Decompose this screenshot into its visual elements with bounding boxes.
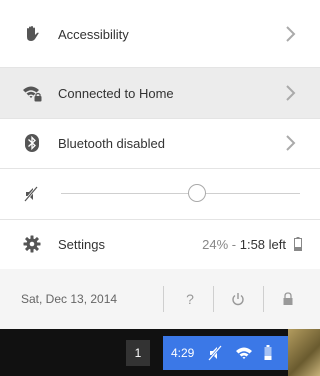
volume-slider[interactable] xyxy=(61,193,300,194)
network-row[interactable]: Connected to Home xyxy=(0,68,320,118)
chevron-right-icon xyxy=(286,85,296,101)
help-button[interactable]: ? xyxy=(180,288,200,310)
battery-icon xyxy=(264,345,272,360)
notification-count-button[interactable]: 1 xyxy=(126,340,150,366)
settings-row[interactable]: Settings 24% - 1:58 left xyxy=(0,219,320,269)
wifi-locked-icon xyxy=(22,83,42,103)
divider xyxy=(213,286,214,312)
accessibility-row[interactable]: Accessibility xyxy=(0,0,320,68)
volume-slider-thumb[interactable] xyxy=(188,184,207,202)
chevron-right-icon xyxy=(286,135,296,151)
accessibility-hand-icon xyxy=(22,24,42,44)
gear-icon xyxy=(22,234,42,254)
volume-muted-icon xyxy=(208,345,222,361)
system-tray-menu: Accessibility Connected to Home Bluetoot… xyxy=(0,0,320,329)
battery-icon xyxy=(294,237,302,251)
tray-footer: Sat, Dec 13, 2014 ? xyxy=(0,269,320,329)
volume-row xyxy=(0,168,320,219)
divider xyxy=(263,286,264,312)
battery-status: 24% - 1:58 left xyxy=(202,237,286,252)
accessibility-label: Accessibility xyxy=(58,26,129,42)
battery-percent: 24% - xyxy=(202,236,237,252)
divider xyxy=(163,286,164,312)
date-label[interactable]: Sat, Dec 13, 2014 xyxy=(21,292,117,306)
bluetooth-row[interactable]: Bluetooth disabled xyxy=(0,118,320,168)
chevron-right-icon xyxy=(286,26,296,42)
lock-button[interactable] xyxy=(278,288,298,310)
network-label: Connected to Home xyxy=(58,85,174,101)
bluetooth-icon xyxy=(22,133,42,153)
power-button[interactable] xyxy=(228,288,248,310)
wallpaper-preview xyxy=(288,329,320,376)
lock-icon xyxy=(283,292,293,305)
clock: 4:29 xyxy=(171,346,195,360)
bluetooth-label: Bluetooth disabled xyxy=(58,135,165,151)
status-tray[interactable]: 4:29 xyxy=(163,336,288,370)
power-icon xyxy=(232,293,244,306)
volume-muted-icon[interactable] xyxy=(22,184,42,204)
battery-time-left: 1:58 left xyxy=(239,236,286,252)
wifi-icon xyxy=(236,347,252,359)
settings-label: Settings xyxy=(58,236,105,252)
shelf: 1 4:29 xyxy=(0,329,320,376)
